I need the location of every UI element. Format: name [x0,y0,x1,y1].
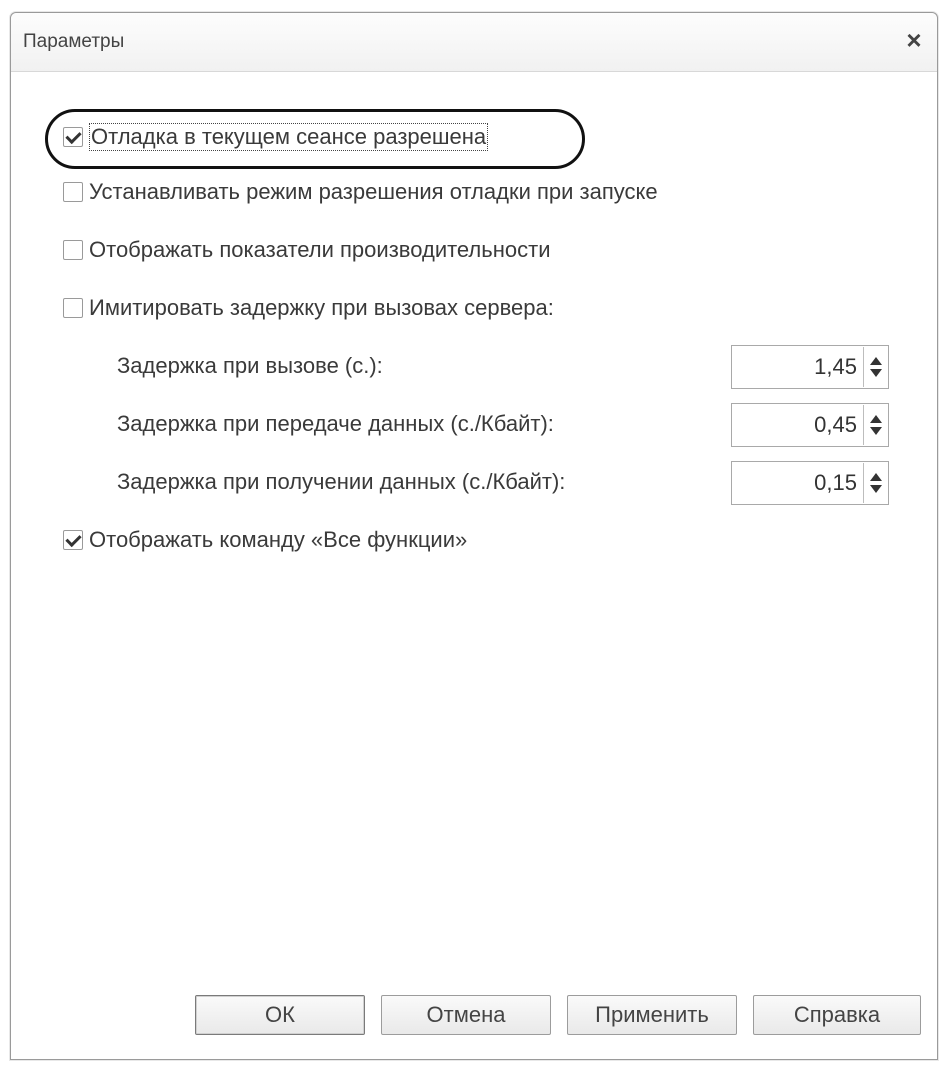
arrow-up-icon[interactable] [870,473,882,481]
arrow-down-icon[interactable] [870,427,882,435]
option-simulate-delay[interactable]: Имитировать задержку при вызовах сервера… [63,295,554,321]
close-icon: × [906,25,922,55]
send-delay-label: Задержка при передаче данных (с./Кбайт): [117,411,554,436]
receive-delay-label: Задержка при получении данных (с./Кбайт)… [117,469,566,494]
arrow-down-icon[interactable] [870,369,882,377]
call-delay-label: Задержка при вызове (с.): [117,353,383,378]
option-all-functions[interactable]: Отображать команду «Все функции» [63,527,467,553]
cancel-button[interactable]: Отмена [381,995,551,1035]
ok-button[interactable]: ОК [195,995,365,1035]
call-delay-value: 1,45 [814,354,857,379]
receive-delay-stepper[interactable] [863,463,888,503]
send-delay-spinner[interactable]: 0,45 [731,403,889,447]
call-delay-stepper[interactable] [863,347,888,387]
help-button[interactable]: Справка [753,995,921,1035]
perf-indicators-checkbox[interactable] [63,240,83,260]
receive-delay-spinner[interactable]: 0,15 [731,461,889,505]
receive-delay-value: 0,15 [814,470,857,495]
option-perf-indicators[interactable]: Отображать показатели производительности [63,237,550,263]
perf-indicators-label: Отображать показатели производительности [89,237,551,262]
window-title: Параметры [23,31,125,52]
apply-button[interactable]: Применить [567,995,737,1035]
debug-session-checkbox[interactable] [63,127,83,147]
option-debug-startup[interactable]: Устанавливать режим разрешения отладки п… [63,179,658,205]
close-button[interactable]: × [901,27,927,53]
debug-session-label: Отладка в текущем сеансе разрешена [89,123,489,151]
arrow-up-icon[interactable] [870,415,882,423]
debug-startup-checkbox[interactable] [63,182,83,202]
simulate-delay-checkbox[interactable] [63,298,83,318]
title-bar: Параметры × [11,13,937,72]
arrow-down-icon[interactable] [870,485,882,493]
send-delay-value: 0,45 [814,412,857,437]
all-functions-checkbox[interactable] [63,530,83,550]
dialog-content: Отладка в текущем сеансе разрешена Устан… [11,71,937,1059]
option-debug-session[interactable]: Отладка в текущем сеансе разрешена [63,123,489,151]
all-functions-label: Отображать команду «Все функции» [89,527,468,552]
arrow-up-icon[interactable] [870,357,882,365]
call-delay-spinner[interactable]: 1,45 [731,345,889,389]
debug-startup-label: Устанавливать режим разрешения отладки п… [89,179,658,204]
send-delay-stepper[interactable] [863,405,888,445]
simulate-delay-label: Имитировать задержку при вызовах сервера… [89,295,554,320]
parameters-dialog: Параметры × Отладка в текущем сеансе раз… [10,12,938,1060]
